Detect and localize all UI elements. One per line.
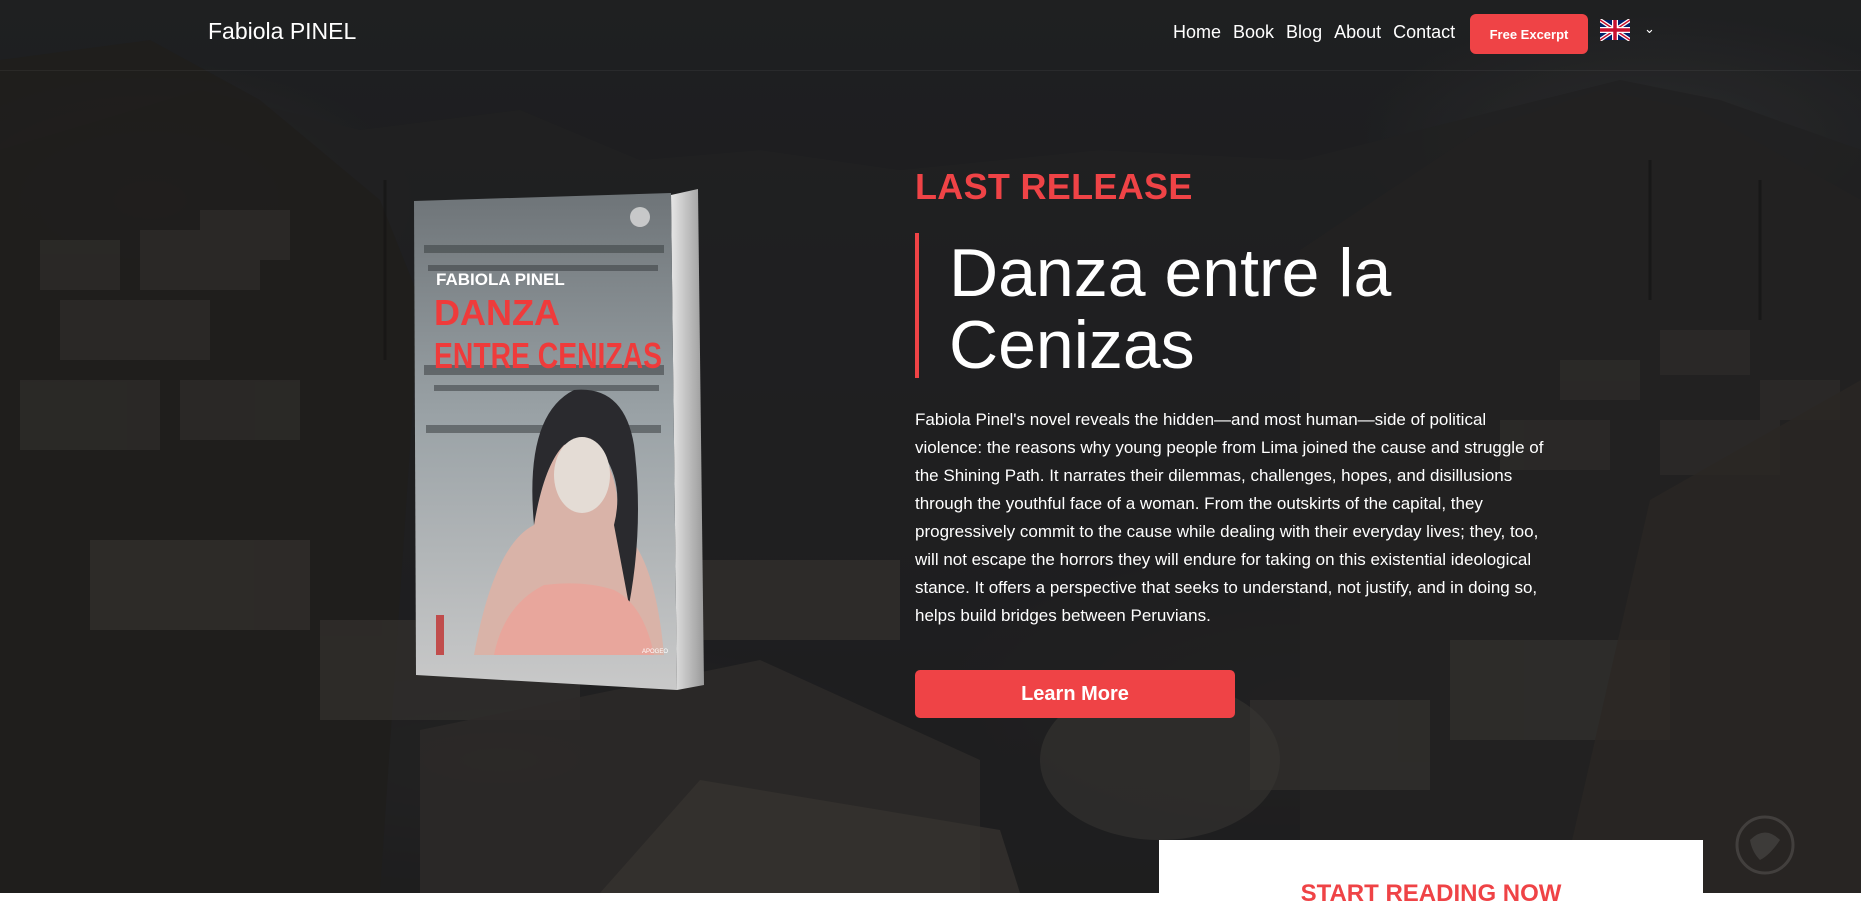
nav-menu: Home Book Blog About Contact bbox=[1173, 22, 1467, 43]
free-excerpt-button[interactable]: Free Excerpt bbox=[1470, 14, 1588, 54]
top-navbar: Fabiola PINEL Home Book Blog About Conta… bbox=[0, 0, 1861, 71]
brand-logo[interactable]: Fabiola PINEL bbox=[208, 18, 356, 45]
nav-contact-link[interactable]: Contact bbox=[1393, 22, 1455, 43]
start-reading-card: START READING NOW bbox=[1159, 840, 1703, 908]
section-eyebrow: LAST RELEASE bbox=[915, 166, 1193, 207]
nav-blog-link[interactable]: Blog bbox=[1286, 22, 1322, 43]
book-cover-title-line1: DANZA bbox=[434, 292, 560, 333]
globe-watermark-icon bbox=[1735, 815, 1795, 875]
nav-home-link[interactable]: Home bbox=[1173, 22, 1221, 43]
book-cover-image: FABIOLA PINEL DANZA ENTRE CENIZAS APOGEO bbox=[414, 185, 712, 690]
start-reading-heading: START READING NOW bbox=[1300, 880, 1562, 907]
book-cover-publisher: APOGEO bbox=[642, 649, 668, 655]
chevron-down-icon: ⌄ bbox=[1644, 21, 1655, 36]
language-selector[interactable]: ⌄ bbox=[1600, 19, 1660, 45]
book-description: Fabiola Pinel's novel reveals the hidden… bbox=[915, 410, 1544, 625]
book-title-block: Danza entre la Cenizas bbox=[915, 233, 1519, 383]
uk-flag-icon bbox=[1600, 19, 1630, 41]
nav-book-link[interactable]: Book bbox=[1233, 22, 1274, 43]
nav-about-link[interactable]: About bbox=[1334, 22, 1381, 43]
book-title: Danza entre la Cenizas bbox=[949, 235, 1392, 383]
book-cover-author: FABIOLA PINEL bbox=[436, 270, 565, 289]
learn-more-button[interactable]: Learn More bbox=[915, 670, 1235, 718]
book-cover-title-line2: ENTRE CENIZAS bbox=[434, 335, 662, 376]
